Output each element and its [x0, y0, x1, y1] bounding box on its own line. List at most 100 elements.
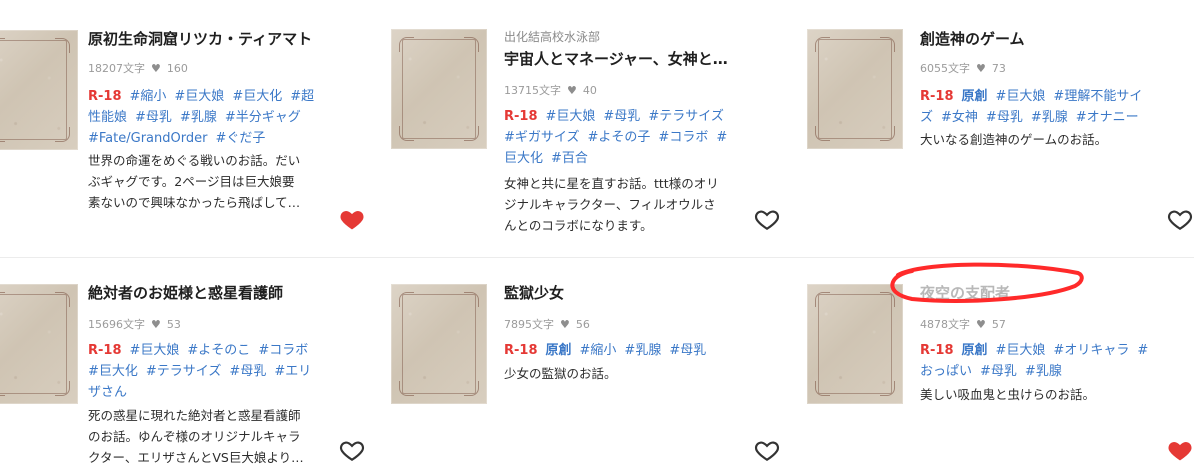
favorite-heart-icon[interactable] [339, 437, 365, 463]
novel-meta: 6055文字 ♥ 73 [920, 60, 1006, 76]
series-name[interactable]: 出化結高校水泳部 [504, 28, 600, 45]
tag-link[interactable]: おっぱい [920, 364, 972, 379]
tag-link[interactable]: 性能娘 [88, 110, 127, 125]
tag-link[interactable]: #巨大娘 [996, 343, 1046, 358]
tag-link[interactable]: #テラサイズ [146, 364, 222, 379]
cover-corner-icon [0, 38, 5, 53]
novel-card-1[interactable]: 原初生命洞窟リツカ・ティアマト 18207文字 ♥ 160 R-18 #縮小 #巨大… [0, 0, 372, 257]
tag-link[interactable]: #コラボ [658, 130, 708, 145]
tag-link[interactable]: #巨大娘 [130, 343, 180, 358]
novel-title[interactable]: 絶対者のお姫様と惑星看護師 [88, 283, 328, 303]
tag-link[interactable]: ズ [920, 110, 933, 125]
novel-title[interactable]: 監獄少女 [504, 283, 704, 303]
tag-link[interactable]: # [716, 130, 727, 145]
cover-frame [0, 294, 67, 394]
tag-link[interactable]: #Fate/GrandOrder [88, 131, 207, 146]
tag-link[interactable]: #百合 [551, 151, 588, 166]
tag-list: R-18 原創 #巨大娘 #オリキャラ # おっぱい #母乳 #乳腺 [920, 340, 1176, 382]
heart-icon [754, 441, 780, 462]
tag-link[interactable]: ザさん [88, 385, 127, 400]
novel-description: 死の惑星に現れた絶対者と惑星看護師 のお話。ゆんぞ様のオリジナルキャラ クター、… [88, 405, 334, 468]
cover-image[interactable] [391, 29, 487, 149]
r18-tag[interactable]: R-18 [88, 343, 122, 358]
tag-link[interactable]: #巨大娘 [546, 109, 596, 124]
cover-corner-icon [464, 126, 479, 141]
cover-corner-icon [0, 381, 5, 396]
tag-link[interactable]: #エリ [274, 364, 311, 379]
tag-link[interactable]: #巨大化 [232, 89, 282, 104]
tag-link[interactable]: #オリキャラ [1053, 343, 1129, 358]
r18-tag[interactable]: R-18 [920, 89, 954, 104]
r18-tag[interactable]: R-18 [504, 109, 538, 124]
cover-image[interactable] [807, 29, 903, 149]
tag-link[interactable]: #オナニー [1076, 110, 1139, 125]
cover-image[interactable] [391, 284, 487, 404]
novel-card-2[interactable]: 出化結高校水泳部 宇宙人とマネージャー、女神と… 13715文字 ♥ 40 R-… [391, 0, 783, 257]
novel-card-3[interactable]: 創造神のゲーム 6055文字 ♥ 73 R-18 原創 #巨大娘 #理解不能サイ ズ #… [807, 0, 1194, 257]
tag-link[interactable]: #巨大娘 [996, 89, 1046, 104]
tag-link[interactable]: #母乳 [986, 110, 1023, 125]
novel-card-4[interactable]: 絶対者のお姫様と惑星看護師 15696文字 ♥ 53 R-18 #巨大娘 #よそのこ… [0, 258, 372, 468]
cover-corner-icon [399, 37, 414, 52]
novel-list-page: 原初生命洞窟リツカ・ティアマト 18207文字 ♥ 160 R-18 #縮小 #巨大… [0, 0, 1194, 468]
tag-link[interactable]: #乳腺 [624, 343, 661, 358]
r18-tag[interactable]: R-18 [88, 89, 122, 104]
tag-link[interactable]: #コラボ [258, 343, 308, 358]
novel-meta: 13715文字 ♥ 40 [504, 82, 597, 98]
novel-card-6[interactable]: 夜空の支配者 4878文字 ♥ 57 R-18 原創 #巨大娘 #オリキャラ # おっぱ… [807, 258, 1194, 468]
cover-corner-icon [815, 292, 830, 307]
novel-title[interactable]: 原初生命洞窟リツカ・ティアマト [88, 29, 334, 49]
novel-title[interactable]: 宇宙人とマネージャー、女神と… [504, 49, 749, 69]
r18-tag[interactable]: R-18 [504, 343, 538, 358]
novel-meta: 15696文字 ♥ 53 [88, 316, 181, 332]
novel-title[interactable]: 創造神のゲーム [920, 29, 1160, 49]
cover-corner-icon [399, 126, 414, 141]
tag-link[interactable]: # [1137, 343, 1148, 358]
tag-link[interactable]: #理解不能サイ [1053, 89, 1142, 104]
favorite-heart-icon[interactable] [1167, 437, 1193, 463]
tag-link[interactable]: #乳腺 [1031, 110, 1068, 125]
tag-link[interactable]: 巨大化 [504, 151, 543, 166]
novel-meta: 7895文字 ♥ 56 [504, 316, 590, 332]
cover-corner-icon [815, 37, 830, 52]
tag-link[interactable]: #母乳 [669, 343, 706, 358]
tag-link[interactable]: #乳腺 [180, 110, 217, 125]
cover-corner-icon [880, 381, 895, 396]
tag-link[interactable]: #テラサイズ [648, 109, 724, 124]
tag-list: R-18 原創 #縮小 #乳腺 #母乳 [504, 340, 748, 361]
tag-link[interactable]: #よそのこ [187, 343, 250, 358]
tag-link[interactable]: #巨大化 [88, 364, 138, 379]
tag-link[interactable]: #母乳 [135, 110, 172, 125]
original-tag[interactable]: 原創 [546, 343, 572, 358]
original-tag[interactable]: 原創 [962, 343, 988, 358]
favorite-heart-icon[interactable] [1167, 206, 1193, 232]
tag-link[interactable]: #乳腺 [1025, 364, 1062, 379]
original-tag[interactable]: 原創 [962, 89, 988, 104]
description-line: んとのコラボになります。 [504, 218, 653, 233]
tag-link[interactable]: #女神 [941, 110, 978, 125]
char-count: 7895文字 [504, 318, 554, 331]
favorite-heart-icon[interactable] [754, 206, 780, 232]
tag-link[interactable]: #母乳 [229, 364, 266, 379]
tag-link[interactable]: #母乳 [980, 364, 1017, 379]
tag-link[interactable]: #縮小 [130, 89, 167, 104]
tag-link[interactable]: #巨大娘 [174, 89, 224, 104]
cover-image[interactable] [0, 30, 78, 150]
description-line: 女神と共に星を直すお話。ttt様のオリ [504, 176, 719, 191]
cover-image[interactable] [807, 284, 903, 404]
tag-link[interactable]: #縮小 [580, 343, 617, 358]
tag-link[interactable]: #ぐだ子 [215, 131, 265, 146]
tag-link[interactable]: #半分ギャグ [225, 110, 301, 125]
tag-link[interactable]: #超 [290, 89, 314, 104]
tag-link[interactable]: #母乳 [603, 109, 640, 124]
novel-description: 世界の命運をめぐる戦いのお話。だい ぶギャグです。2ページ目は巨大娘要 素ないの… [88, 150, 332, 216]
novel-card-5[interactable]: 監獄少女 7895文字 ♥ 56 R-18 原創 #縮小 #乳腺 #母乳 少女の監獄のお… [391, 258, 783, 468]
favorite-heart-icon[interactable] [339, 206, 365, 232]
r18-tag[interactable]: R-18 [920, 343, 954, 358]
tag-link[interactable]: #よその子 [588, 130, 651, 145]
favorite-heart-icon[interactable] [754, 437, 780, 463]
tag-link[interactable]: #ギガサイズ [504, 130, 580, 145]
novel-title[interactable]: 夜空の支配者 [920, 283, 1120, 303]
char-count: 13715文字 [504, 84, 561, 97]
cover-image[interactable] [0, 284, 78, 404]
